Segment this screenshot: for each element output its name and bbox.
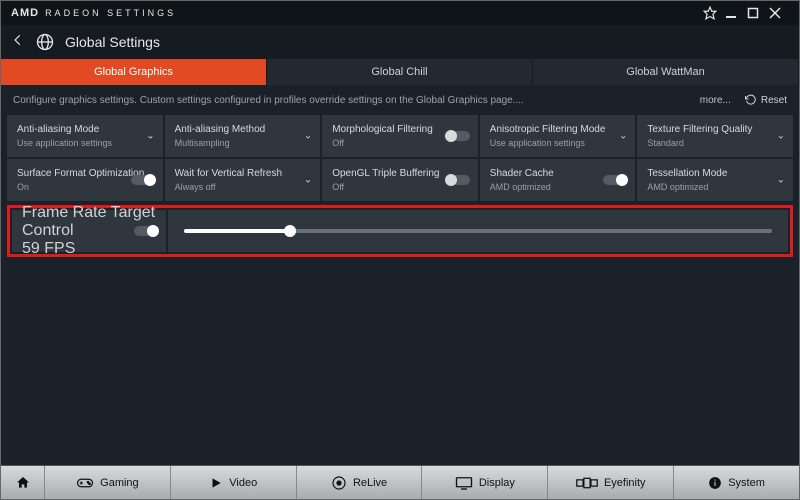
tile-anisotropic-filtering-mode[interactable]: Anisotropic Filtering Mode Use applicati… [480, 115, 636, 157]
reset-button[interactable]: Reset [745, 94, 787, 106]
bookmark-icon[interactable] [703, 6, 725, 20]
tile-surface-format-optimization[interactable]: Surface Format Optimization On [7, 159, 163, 201]
home-icon [15, 475, 31, 491]
page-header: Global Settings [1, 25, 799, 59]
nav-label: ReLive [353, 477, 387, 489]
tile-shader-cache[interactable]: Shader Cache AMD optimized [480, 159, 636, 201]
brand-logo: AMD [11, 7, 39, 19]
tile-title: Wait for Vertical Refresh [175, 168, 311, 180]
page-title: Global Settings [65, 34, 160, 50]
tab-label: Global Chill [371, 66, 427, 78]
tile-title: Texture Filtering Quality [647, 124, 783, 136]
tile-anti-aliasing-method[interactable]: Anti-aliasing Method Multisampling ⌄ [165, 115, 321, 157]
minimize-button[interactable] [725, 7, 747, 19]
subheader: Configure graphics settings. Custom sett… [1, 85, 799, 115]
maximize-button[interactable] [747, 7, 769, 19]
settings-row-2: Surface Format Optimization On Wait for … [1, 159, 799, 201]
settings-row-1: Anti-aliasing Mode Use application setti… [1, 115, 799, 157]
nav-label: Gaming [100, 477, 139, 489]
frame-rate-slider[interactable] [184, 229, 772, 233]
nav-eyefinity[interactable]: Eyefinity [548, 466, 674, 499]
slider-fill [184, 229, 290, 233]
back-button[interactable] [11, 33, 25, 52]
tile-frame-rate-target[interactable]: Frame Rate Target Control 59 FPS [12, 210, 166, 252]
tile-value: Use application settings [17, 138, 153, 149]
subheader-text: Configure graphics settings. Custom sett… [13, 95, 524, 106]
tile-anti-aliasing-mode[interactable]: Anti-aliasing Mode Use application setti… [7, 115, 163, 157]
tile-title: Anisotropic Filtering Mode [490, 124, 626, 136]
nav-label: Eyefinity [604, 477, 646, 489]
info-icon [708, 476, 722, 490]
tile-title: Tessellation Mode [647, 168, 783, 180]
nav-gaming[interactable]: Gaming [45, 466, 171, 499]
tile-value: Use application settings [490, 138, 626, 149]
more-link[interactable]: more... [700, 95, 731, 106]
tile-value: Multisampling [175, 138, 311, 149]
toggle-switch[interactable] [134, 226, 158, 236]
nav-label: Video [229, 477, 257, 489]
body-spacer [1, 257, 799, 465]
toggle-switch[interactable] [131, 175, 155, 185]
toggle-switch[interactable] [446, 131, 470, 141]
nav-label: System [728, 477, 765, 489]
nav-video[interactable]: Video [171, 466, 297, 499]
tab-label: Global WattMan [626, 66, 704, 78]
chevron-down-icon: ⌄ [619, 131, 627, 142]
tab-global-chill[interactable]: Global Chill [267, 59, 533, 85]
bottom-nav: Gaming Video ReLive Display Eyefinity Sy… [1, 465, 799, 499]
monitor-icon [455, 476, 473, 490]
close-button[interactable] [769, 7, 791, 19]
chevron-down-icon: ⌄ [777, 175, 785, 186]
reset-label: Reset [761, 95, 787, 106]
tile-wait-vertical-refresh[interactable]: Wait for Vertical Refresh Always off ⌄ [165, 159, 321, 201]
tile-morphological-filtering[interactable]: Morphological Filtering Off [322, 115, 478, 157]
nav-system[interactable]: System [674, 466, 799, 499]
chevron-down-icon: ⌄ [304, 175, 312, 186]
tile-value: Always off [175, 182, 311, 193]
tile-texture-filtering-quality[interactable]: Texture Filtering Quality Standard ⌄ [637, 115, 793, 157]
slider-knob[interactable] [284, 225, 296, 237]
tile-tessellation-mode[interactable]: Tessellation Mode AMD optimized ⌄ [637, 159, 793, 201]
tile-value: AMD optimized [647, 182, 783, 193]
tile-opengl-triple-buffering[interactable]: OpenGL Triple Buffering Off [322, 159, 478, 201]
chevron-down-icon: ⌄ [146, 131, 154, 142]
brand-subtitle: RADEON SETTINGS [45, 8, 176, 18]
frame-rate-slider-area [168, 210, 788, 252]
tile-value: 59 FPS [22, 240, 156, 258]
tile-title: Anti-aliasing Method [175, 124, 311, 136]
toggle-switch[interactable] [603, 175, 627, 185]
titlebar: AMD RADEON SETTINGS [1, 1, 799, 25]
play-icon [209, 476, 223, 490]
reset-icon [745, 94, 757, 106]
tabs-row: Global Graphics Global Chill Global Watt… [1, 59, 799, 85]
tile-value: Standard [647, 138, 783, 149]
globe-icon [35, 32, 55, 52]
tab-global-wattman[interactable]: Global WattMan [533, 59, 799, 85]
gamepad-icon [76, 476, 94, 490]
frame-rate-target-highlight: Frame Rate Target Control 59 FPS [7, 205, 793, 257]
nav-label: Display [479, 477, 515, 489]
tab-global-graphics[interactable]: Global Graphics [1, 59, 267, 85]
tab-label: Global Graphics [94, 66, 173, 78]
app-window: AMD RADEON SETTINGS Global Settings Glob… [0, 0, 800, 500]
tile-title: Anti-aliasing Mode [17, 124, 153, 136]
record-icon [331, 475, 347, 491]
eyefinity-icon [576, 476, 598, 490]
nav-home[interactable] [1, 466, 45, 499]
chevron-down-icon: ⌄ [777, 131, 785, 142]
nav-relive[interactable]: ReLive [297, 466, 423, 499]
nav-display[interactable]: Display [422, 466, 548, 499]
toggle-switch[interactable] [446, 175, 470, 185]
chevron-down-icon: ⌄ [304, 131, 312, 142]
